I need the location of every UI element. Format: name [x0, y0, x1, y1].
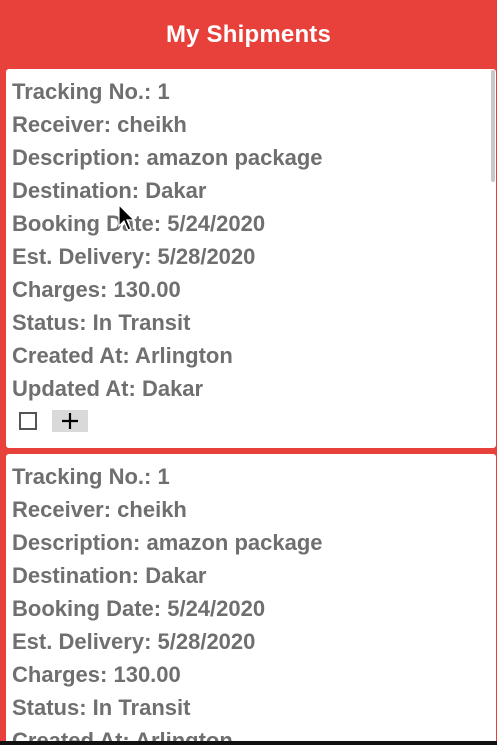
plus-icon — [62, 413, 78, 429]
status: Status: In Transit — [12, 695, 191, 720]
bottom-edge-bar — [0, 741, 497, 745]
page-title: My Shipments — [165, 21, 332, 48]
mouse-cursor-icon — [118, 204, 136, 231]
created-at: Created At: Arlington — [12, 343, 233, 368]
estimated-delivery: Est. Delivery: 5/28/2020 — [12, 629, 256, 654]
shipment-card[interactable]: Tracking No.: 1 Receiver: cheikh Descrip… — [6, 69, 496, 448]
shipment-list[interactable]: Tracking No.: 1 Receiver: cheikh Descrip… — [6, 69, 496, 745]
description: Description: amazon package — [12, 145, 323, 170]
receiver: Receiver: cheikh — [12, 497, 187, 522]
select-checkbox[interactable] — [19, 412, 37, 430]
tracking-number: Tracking No.: 1 — [12, 464, 170, 489]
booking-date: Booking Date: 5/24/2020 — [12, 211, 266, 236]
destination: Destination: Dakar — [12, 178, 207, 203]
status: Status: In Transit — [12, 310, 191, 335]
charges: Charges: 130.00 — [12, 277, 181, 302]
estimated-delivery: Est. Delivery: 5/28/2020 — [12, 244, 256, 269]
destination: Destination: Dakar — [12, 563, 207, 588]
charges: Charges: 130.00 — [12, 662, 181, 687]
app-header: My Shipments — [0, 0, 497, 70]
updated-at: Updated At: Dakar — [12, 376, 204, 401]
receiver: Receiver: cheikh — [12, 112, 187, 137]
app-screen: My Shipments Tracking No.: 1 Receiver: c… — [0, 0, 497, 745]
tracking-number: Tracking No.: 1 — [12, 79, 170, 104]
shipment-card[interactable]: Tracking No.: 1 Receiver: cheikh Descrip… — [6, 454, 496, 745]
card-actions — [12, 410, 496, 432]
description: Description: amazon package — [12, 530, 323, 555]
booking-date: Booking Date: 5/24/2020 — [12, 596, 266, 621]
scrollbar[interactable] — [491, 70, 495, 182]
add-button[interactable] — [52, 410, 88, 432]
